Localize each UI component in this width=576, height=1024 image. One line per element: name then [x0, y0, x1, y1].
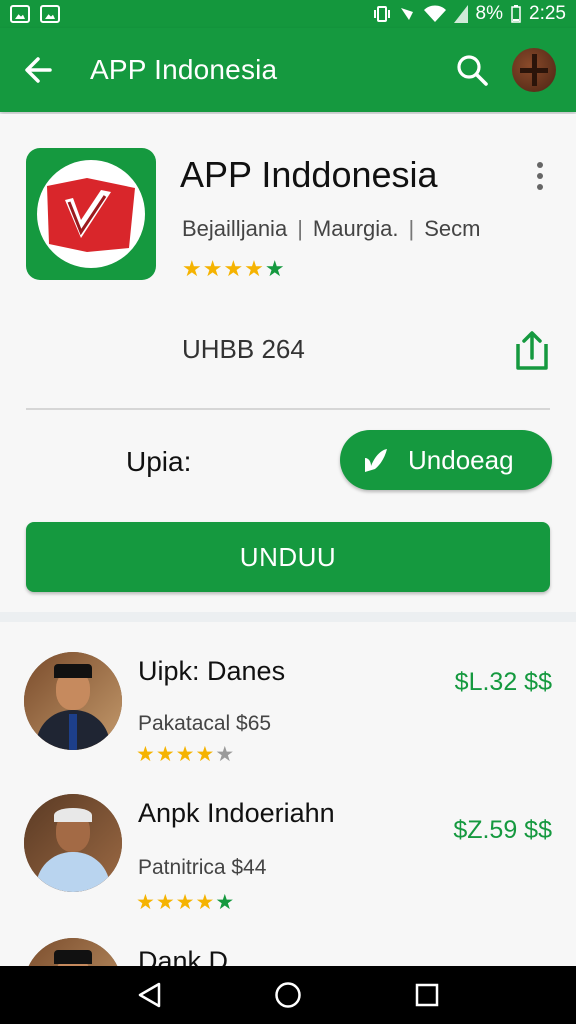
nav-back-icon: [139, 982, 161, 1008]
person-photo: [24, 938, 122, 966]
battery-text: 8%: [475, 3, 504, 24]
nav-home-button[interactable]: [268, 975, 308, 1015]
app-name: APP Inddonesia: [180, 154, 438, 195]
list-item-stars: ★★★★★: [136, 743, 236, 766]
more-options-button[interactable]: [528, 160, 552, 192]
more-vert-icon: [537, 162, 543, 168]
app-developer[interactable]: Bejailljania: [182, 216, 287, 242]
app-size-text: UHBB 264: [182, 334, 305, 364]
download-label: Undoeag: [408, 444, 514, 475]
list-item-stars: ★★★★★: [136, 891, 236, 914]
app-bar: APP Indonesia: [0, 28, 576, 112]
list-item-title: Uipk: Danes: [138, 656, 286, 686]
search-button[interactable]: [442, 28, 502, 112]
app-logo-icon: [26, 148, 156, 280]
nav-recents-icon: [415, 983, 438, 1007]
vibrate-icon: [373, 6, 390, 22]
install-button[interactable]: UNDUU: [26, 522, 550, 592]
list-item-subtitle: Patnitrica $44: [138, 856, 267, 879]
app-meta: Bejailljania | Maurgia. | Secm: [182, 216, 481, 242]
nav-back-button[interactable]: [129, 975, 169, 1015]
screen: 8% 2:25 APP Indonesia APP Inddonesia Bej…: [0, 0, 576, 1024]
search-icon: [457, 55, 488, 86]
divider: [26, 408, 550, 410]
share-button[interactable]: [510, 328, 554, 372]
list-item-title: Dank D: [138, 946, 229, 966]
list-item[interactable]: Uipk: Danes Pakatacal $65 ★★★★★ $L.32 $$: [0, 622, 576, 772]
back-arrow-icon: [25, 57, 52, 83]
nav-home-icon: [275, 982, 301, 1008]
gallery-notification-icon: [10, 5, 30, 23]
status-bar: 8% 2:25: [0, 0, 576, 28]
app-category[interactable]: Maurgia.: [313, 216, 399, 242]
download-icon: [365, 449, 387, 472]
list-item-subtitle: Pakatacal $65: [138, 712, 272, 735]
battery-icon: [511, 5, 521, 23]
list-item[interactable]: Anpk Indoeriahn Patnitrica $44 ★★★★★ $Z.…: [0, 772, 576, 922]
nfc-icon: [400, 8, 413, 20]
system-nav-bar: [0, 966, 576, 1024]
image-notification-icon: [40, 5, 60, 23]
account-avatar[interactable]: [512, 48, 556, 92]
nav-recents-button[interactable]: [407, 975, 447, 1015]
list-item-price: $L.32 $$: [454, 668, 552, 696]
person-photo: [24, 794, 122, 892]
signal-icon: [453, 5, 468, 23]
wifi-icon: [423, 5, 446, 22]
app-tag[interactable]: Secm: [424, 216, 480, 242]
clock: 2:25: [529, 3, 566, 24]
person-photo: [24, 652, 122, 750]
app-rating-stars: ★★★★★: [182, 256, 286, 281]
app-detail-card: APP Inddonesia Bejailljania | Maurgia. |…: [0, 114, 576, 612]
update-label: Upia:: [126, 446, 192, 477]
download-button[interactable]: Undoeag: [340, 430, 552, 490]
list-item[interactable]: Dank D: [0, 922, 576, 966]
related-apps-list: Uipk: Danes Pakatacal $65 ★★★★★ $L.32 $$…: [0, 622, 576, 966]
app-bar-title: APP Indonesia: [90, 54, 278, 85]
back-button[interactable]: [0, 28, 76, 112]
share-icon: [516, 331, 548, 370]
list-item-title: Anpk Indoeriahn: [138, 798, 335, 828]
list-item-price: $Z.59 $$: [453, 816, 552, 844]
